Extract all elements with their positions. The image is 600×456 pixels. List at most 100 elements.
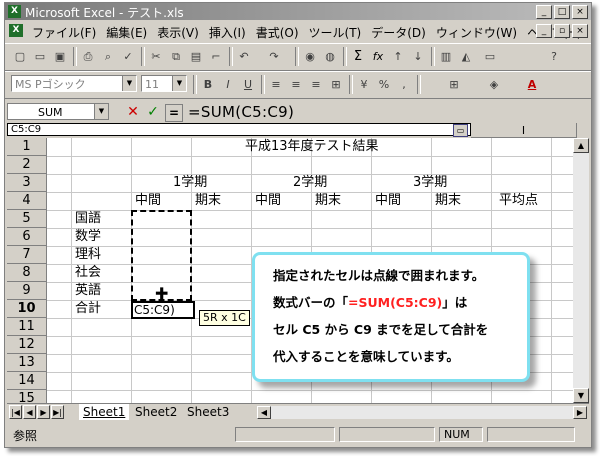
expand-dialog-icon[interactable]: ▭ — [453, 124, 468, 137]
open-icon[interactable]: ▭ — [31, 48, 49, 65]
doc-restore-button[interactable]: ▫ — [554, 24, 570, 38]
cell-i4[interactable]: 平均点 — [499, 192, 538, 210]
chart-wizard-icon[interactable]: ▥ — [437, 48, 455, 65]
format-painter-icon[interactable]: ⌐ — [207, 48, 225, 65]
sort-descending-icon[interactable]: ↓ — [409, 48, 427, 65]
row-header-15[interactable]: 15 — [7, 390, 47, 403]
cell-b9[interactable]: 英語 — [75, 282, 101, 300]
new-icon[interactable]: ▢ — [11, 48, 29, 65]
chevron-down-icon[interactable]: ▼ — [172, 76, 186, 91]
zoom-box[interactable]: ▭ — [481, 48, 499, 65]
excel-icon[interactable]: X — [8, 5, 21, 18]
doc-minimize-button[interactable]: _ — [536, 24, 552, 38]
print-preview-icon[interactable]: ⌕ — [99, 48, 117, 65]
bold-button[interactable]: B — [199, 76, 217, 93]
row-header-3[interactable]: 3 — [7, 174, 47, 192]
edit-formula-button[interactable]: = — [165, 104, 183, 122]
row-header-1[interactable]: 1 — [7, 138, 47, 156]
formula-input[interactable]: =SUM(C5:C9) — [188, 102, 294, 122]
underline-button[interactable]: U — [239, 76, 257, 93]
cell-b10[interactable]: 合計 — [75, 300, 101, 318]
row-header-14[interactable]: 14 — [7, 372, 47, 390]
print-icon[interactable]: ⎙ — [79, 48, 97, 65]
document-icon[interactable]: X — [9, 24, 23, 37]
tab-sheet1[interactable]: Sheet1 — [79, 404, 130, 420]
borders-icon[interactable]: ⊞ — [445, 76, 463, 93]
redo-icon[interactable]: ↷ — [265, 48, 283, 65]
cell-b7[interactable]: 理科 — [75, 246, 101, 264]
font-size-box[interactable]: 11 ▼ — [141, 75, 187, 92]
tab-sheet2[interactable]: Sheet2 — [131, 404, 181, 420]
currency-icon[interactable]: ¥ — [355, 76, 373, 93]
merge-center-icon[interactable]: ⊞ — [327, 76, 345, 93]
scroll-down-icon[interactable]: ▼ — [573, 388, 589, 403]
column-header-i[interactable]: I — [471, 123, 577, 138]
row-header-2[interactable]: 2 — [7, 156, 47, 174]
align-right-icon[interactable]: ≡ — [307, 76, 325, 93]
cell-b8[interactable]: 社会 — [75, 264, 101, 282]
row-header-7[interactable]: 7 — [7, 246, 47, 264]
cell-e4[interactable]: 中間 — [255, 192, 281, 210]
row-header-4[interactable]: 4 — [7, 192, 47, 210]
collapsed-range-box[interactable]: C5:C9 ▭ — [7, 123, 471, 137]
cell-g4[interactable]: 中間 — [375, 192, 401, 210]
cell-f4[interactable]: 期末 — [315, 192, 341, 210]
cell-d4[interactable]: 期末 — [195, 192, 221, 210]
copy-icon[interactable]: ⧉ — [167, 48, 185, 65]
prev-sheet-icon[interactable]: ◀ — [23, 405, 36, 419]
autosum-icon[interactable]: Σ — [349, 48, 367, 65]
row-header-12[interactable]: 12 — [7, 336, 47, 354]
scroll-up-icon[interactable]: ▲ — [573, 138, 589, 153]
chevron-down-icon[interactable]: ▼ — [94, 104, 108, 119]
menu-format[interactable]: 書式(O) — [251, 24, 304, 41]
menu-view[interactable]: 表示(V) — [152, 24, 204, 41]
maximize-button[interactable]: □ — [554, 5, 570, 19]
font-color-button[interactable]: A — [523, 76, 541, 93]
cell-b5[interactable]: 国語 — [75, 210, 101, 228]
menu-insert[interactable]: 挿入(I) — [204, 24, 251, 41]
percent-button[interactable]: % — [375, 76, 393, 93]
row-header-13[interactable]: 13 — [7, 354, 47, 372]
menu-window[interactable]: ウィンドウ(W) — [431, 24, 522, 41]
fill-color-icon[interactable]: ◈ — [485, 76, 503, 93]
menu-tools[interactable]: ツール(T) — [304, 24, 367, 41]
row-header-5[interactable]: 5 — [7, 210, 47, 228]
first-sheet-icon[interactable]: |◀ — [9, 405, 22, 419]
cut-icon[interactable]: ✂ — [147, 48, 165, 65]
menu-edit[interactable]: 編集(E) — [101, 24, 152, 41]
vertical-scrollbar[interactable]: ▲ ▼ — [573, 138, 589, 403]
cell-term-2[interactable]: 2学期 — [293, 174, 327, 192]
save-icon[interactable]: ▣ — [51, 48, 69, 65]
spelling-icon[interactable]: ✓ — [119, 48, 137, 65]
sort-ascending-icon[interactable]: ↑ — [389, 48, 407, 65]
minimize-button[interactable]: _ — [536, 5, 552, 19]
cell-term-1[interactable]: 1学期 — [173, 174, 207, 192]
italic-button[interactable]: I — [219, 76, 237, 93]
row-header-11[interactable]: 11 — [7, 318, 47, 336]
font-name-box[interactable]: MS Pゴシック ▼ — [11, 75, 137, 92]
scroll-right-icon[interactable]: ▶ — [573, 406, 587, 419]
function-icon[interactable]: fx — [369, 48, 387, 65]
chevron-down-icon[interactable]: ▼ — [122, 76, 136, 91]
doc-close-button[interactable]: × — [572, 24, 588, 38]
web-toolbar-icon[interactable]: ◍ — [321, 48, 339, 65]
cell-b6[interactable]: 数学 — [75, 228, 101, 246]
menu-data[interactable]: データ(D) — [366, 24, 431, 41]
drawing-icon[interactable]: ◭ — [457, 48, 475, 65]
row-header-10[interactable]: 10 — [7, 300, 47, 318]
row-header-8[interactable]: 8 — [7, 264, 47, 282]
close-button[interactable]: × — [572, 5, 588, 19]
align-center-icon[interactable]: ≡ — [287, 76, 305, 93]
comma-icon[interactable]: , — [395, 76, 413, 93]
enter-button[interactable]: ✓ — [145, 104, 161, 120]
menu-file[interactable]: ファイル(F) — [27, 24, 101, 41]
tab-sheet3[interactable]: Sheet3 — [183, 404, 233, 420]
horizontal-scrollbar[interactable]: ◀ ▶ — [257, 406, 587, 419]
cancel-button[interactable]: ✕ — [125, 104, 141, 120]
align-left-icon[interactable]: ≡ — [267, 76, 285, 93]
paste-icon[interactable]: ▤ — [187, 48, 205, 65]
active-cell-c10[interactable]: C5:C9) — [131, 301, 195, 319]
cell-title[interactable]: 平成13年度テスト結果 — [245, 138, 379, 156]
row-header-6[interactable]: 6 — [7, 228, 47, 246]
next-sheet-icon[interactable]: ▶ — [37, 405, 50, 419]
